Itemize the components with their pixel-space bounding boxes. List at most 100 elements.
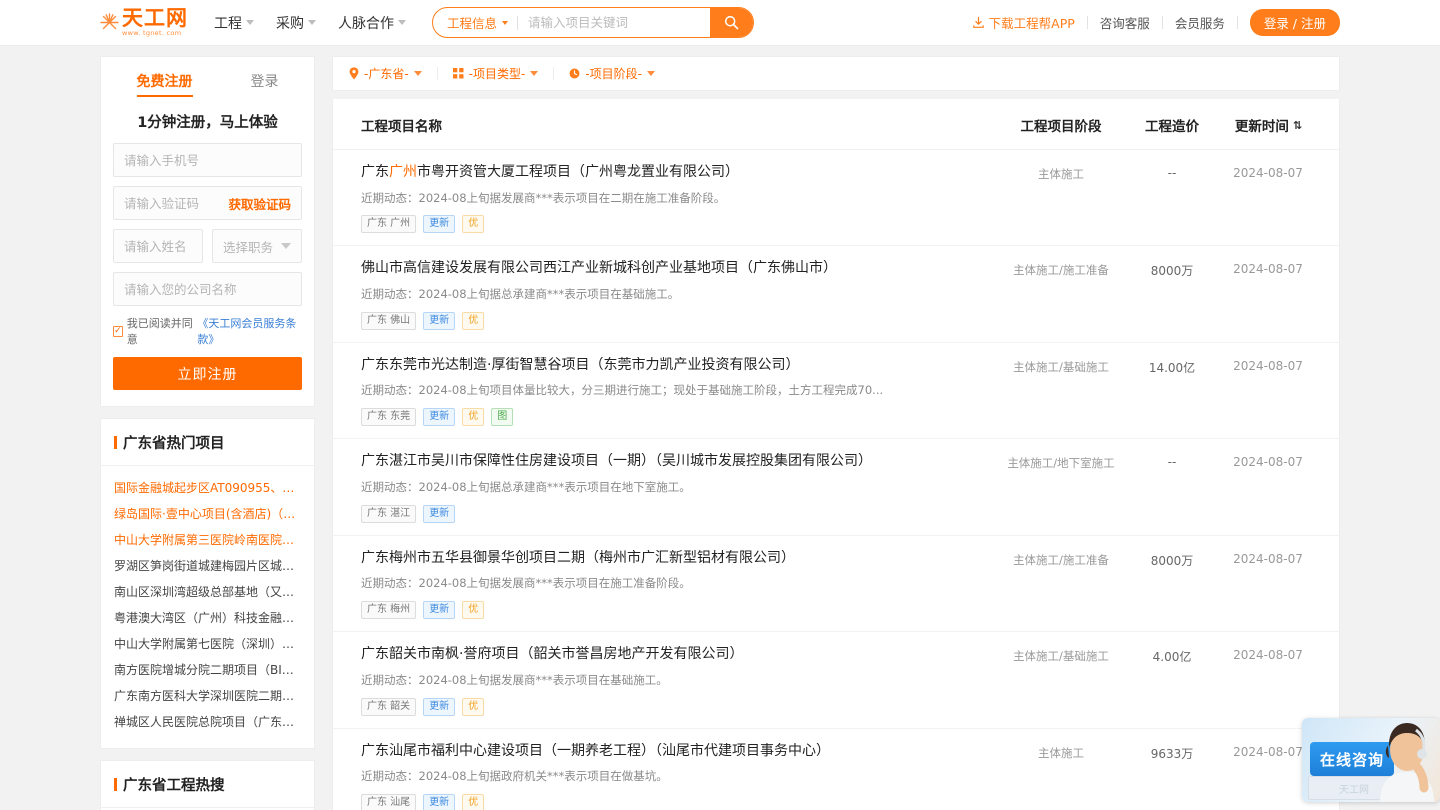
site-logo[interactable]: 天工网 www. tgnet. com	[100, 8, 188, 37]
tab-free-register[interactable]: 免费注册	[136, 71, 193, 97]
column-header-time[interactable]: 更新时间 ⇅	[1213, 115, 1323, 136]
nav-item-procurement[interactable]: 采购	[276, 13, 316, 33]
member-service-link[interactable]: 会员服务	[1163, 13, 1237, 32]
hot-project-item[interactable]: 国际金融城起步区AT090955、AT09...	[114, 475, 301, 501]
row-badges: 广东 东莞 更新优图	[361, 408, 991, 427]
project-title-link[interactable]: 广东汕尾市福利中心建设项目（一期养老工程）（汕尾市代建项目事务中心）	[361, 743, 991, 761]
badge-updated: 更新	[423, 794, 456, 810]
badge-location: 广东 韶关	[361, 697, 417, 716]
column-header-stage: 工程项目阶段	[1020, 119, 1102, 135]
row-badges: 广东 广州 更新优	[361, 215, 991, 234]
filter-province[interactable]: -广东省-	[349, 65, 422, 82]
phone-field[interactable]	[113, 143, 302, 177]
badge-location: 广东 梅州	[361, 601, 417, 620]
chevron-down-icon	[647, 71, 656, 76]
row-main: 广东韶关市南枫·誉府项目（韶关市誉昌房地产开发有限公司） 近期动态：2024-08…	[349, 646, 991, 716]
hot-search-card: 广东省工程热搜 医疗住房商业办公酒店文娱体育装修项目城市更新物流仓储工业/厂房公…	[100, 760, 315, 810]
project-title-link[interactable]: 广东东莞市光达制造·厚街智慧谷项目（东莞市力凯产业投资有限公司）	[361, 357, 991, 375]
row-main: 广东梅州市五华县御景华创项目二期（梅州市广汇新型铝材有限公司） 近期动态：2024…	[349, 550, 991, 620]
project-recent-update: 近期动态：2024-08上旬据发展商***表示项目在二期在施工准备阶段。	[361, 190, 726, 205]
hot-project-item[interactable]: 南方医院增城分院二期项目（BIM）...	[114, 657, 301, 683]
login-register-button[interactable]: 登录 / 注册	[1249, 9, 1340, 36]
badge-premium: 优	[462, 311, 485, 330]
project-stage: 主体施工/地下室施工	[1007, 456, 1115, 471]
hot-project-item[interactable]: 中山大学附属第七医院（深圳）二期...	[114, 631, 301, 657]
project-recent-update: 近期动态：2024-08上旬项目体量比较大，分三期进行施工；现处于基础施工阶段，…	[361, 383, 884, 398]
filter-project-type[interactable]: -项目类型-	[452, 65, 539, 82]
get-code-button[interactable]: 获取验证码	[228, 194, 291, 213]
table-row[interactable]: 广东汕尾市福利中心建设项目（一期养老工程）（汕尾市代建项目事务中心） 近期动态：2…	[333, 729, 1339, 810]
project-title-link[interactable]: 佛山市高信建设发展有限公司西江产业新城科创产业基地项目（广东佛山市）	[361, 260, 991, 278]
position-select[interactable]: 选择职务	[212, 229, 302, 263]
filter-bar: -广东省- -项目类型- -项目阶段-	[332, 56, 1340, 91]
project-recent-update: 近期动态：2024-08上旬据发展商***表示项目在施工准备阶段。	[361, 576, 691, 591]
chevron-down-icon	[246, 20, 254, 25]
hot-project-item[interactable]: 罗湖区笋岗街道城建梅园片区城市更...	[114, 553, 301, 579]
badge-premium: 优	[462, 215, 485, 234]
search-input[interactable]	[518, 8, 710, 37]
badge-location: 广东 东莞	[361, 408, 417, 427]
company-field[interactable]	[113, 272, 302, 306]
table-row[interactable]: 佛山市高信建设发展有限公司西江产业新城科创产业基地项目（广东佛山市） 近期动态：2…	[333, 246, 1339, 343]
row-main: 广东湛江市吴川市保障性住房建设项目（一期）（吴川城市发展控股集团有限公司） 近期动…	[349, 453, 991, 523]
badge-premium: 优	[462, 601, 485, 620]
badge-location: 广东 汕尾	[361, 794, 417, 810]
project-update-time: 2024-08-07	[1233, 262, 1303, 277]
register-submit-button[interactable]: 立即注册	[113, 357, 302, 390]
online-consult-widget[interactable]: 天工网 在线咨询	[1302, 718, 1440, 802]
badge-updated: 更新	[423, 504, 456, 523]
search-button[interactable]	[710, 8, 753, 37]
project-title-link[interactable]: 广东广州市粤开资管大厦工程项目（广州粤龙置业有限公司）	[361, 164, 991, 182]
row-badges: 广东 佛山 更新优	[361, 311, 991, 330]
row-main: 广东广州市粤开资管大厦工程项目（广州粤龙置业有限公司） 近期动态：2024-08上…	[349, 164, 991, 234]
hot-project-item[interactable]: 禅城区人民医院总院项目（广东佛山...	[114, 709, 301, 735]
table-row[interactable]: 广东东莞市光达制造·厚街智慧谷项目（东莞市力凯产业投资有限公司） 近期动态：202…	[333, 343, 1339, 440]
agree-checkbox[interactable]: ✓	[113, 325, 123, 337]
project-title-link[interactable]: 广东湛江市吴川市保障性住房建设项目（一期）（吴川城市发展控股集团有限公司）	[361, 453, 991, 471]
search-category-label: 工程信息	[447, 16, 498, 31]
table-row[interactable]: 广东广州市粤开资管大厦工程项目（广州粤龙置业有限公司） 近期动态：2024-08上…	[333, 150, 1339, 247]
project-update-time: 2024-08-07	[1233, 358, 1303, 373]
chevron-down-icon	[413, 71, 422, 76]
search-category-select[interactable]: 工程信息	[433, 13, 517, 32]
filter-project-stage[interactable]: -项目阶段-	[569, 65, 656, 82]
name-field[interactable]	[113, 229, 203, 263]
badge-location: 广东 佛山	[361, 311, 417, 330]
download-app-link[interactable]: 下载工程帮APP	[972, 13, 1087, 32]
project-title-link[interactable]: 广东梅州市五华县御景华创项目二期（梅州市广汇新型铝材有限公司）	[361, 550, 991, 568]
nav-item-networking[interactable]: 人脉合作	[338, 13, 406, 33]
project-stage: 主体施工	[1038, 167, 1084, 181]
filter-project-stage-label: -项目阶段-	[585, 67, 643, 81]
table-row[interactable]: 广东梅州市五华县御景华创项目二期（梅州市广汇新型铝材有限公司） 近期动态：2024…	[333, 536, 1339, 633]
customer-service-link[interactable]: 咨询客服	[1088, 13, 1162, 32]
company-input[interactable]	[124, 281, 291, 297]
sort-updown-icon: ⇅	[1292, 118, 1302, 132]
table-row[interactable]: 广东湛江市吴川市保障性住房建设项目（一期）（吴川城市发展控股集团有限公司） 近期动…	[333, 439, 1339, 536]
nav-label: 工程	[214, 15, 242, 32]
badge-images: 图	[491, 408, 514, 427]
phone-input[interactable]	[124, 152, 291, 168]
project-cost: 9633万	[1150, 746, 1194, 761]
tab-login[interactable]: 登录	[251, 71, 279, 97]
project-update-time: 2024-08-07	[1233, 648, 1303, 663]
hot-search-title: 广东省工程热搜	[101, 761, 314, 808]
chevron-down-icon	[281, 243, 291, 249]
hot-project-item[interactable]: 粤港澳大湾区（广州）科技金融中心...	[114, 605, 301, 631]
terms-link[interactable]: 《天工网会员服务条款》	[197, 315, 302, 347]
verify-code-field[interactable]: 获取验证码	[113, 186, 302, 220]
badge-premium: 优	[462, 794, 485, 810]
table-body: 广东广州市粤开资管大厦工程项目（广州粤龙置业有限公司） 近期动态：2024-08上…	[333, 150, 1339, 810]
project-title-link[interactable]: 广东韶关市南枫·誉府项目（韶关市誉昌房地产开发有限公司）	[361, 646, 991, 664]
name-input[interactable]	[124, 238, 192, 254]
table-row[interactable]: 广东韶关市南枫·誉府项目（韶关市誉昌房地产开发有限公司） 近期动态：2024-08…	[333, 632, 1339, 729]
verify-code-input[interactable]	[124, 195, 229, 211]
hot-project-item[interactable]: 广东南方医科大学深圳医院二期工程	[114, 683, 301, 709]
divider	[1236, 16, 1238, 29]
project-cost: 8000万	[1150, 264, 1194, 279]
hot-project-item[interactable]: 绿岛国际·壹中心项目(含酒店)（深圳...	[114, 501, 301, 527]
project-update-time: 2024-08-07	[1233, 166, 1303, 180]
nav-item-engineering[interactable]: 工程	[214, 13, 254, 33]
hot-project-item[interactable]: 南山区深圳湾超级总部基地（又名：...	[114, 579, 301, 605]
row-badges: 广东 韶关 更新优	[361, 697, 991, 716]
hot-project-item[interactable]: 中山大学附属第三医院岭南医院二期...	[114, 527, 301, 553]
